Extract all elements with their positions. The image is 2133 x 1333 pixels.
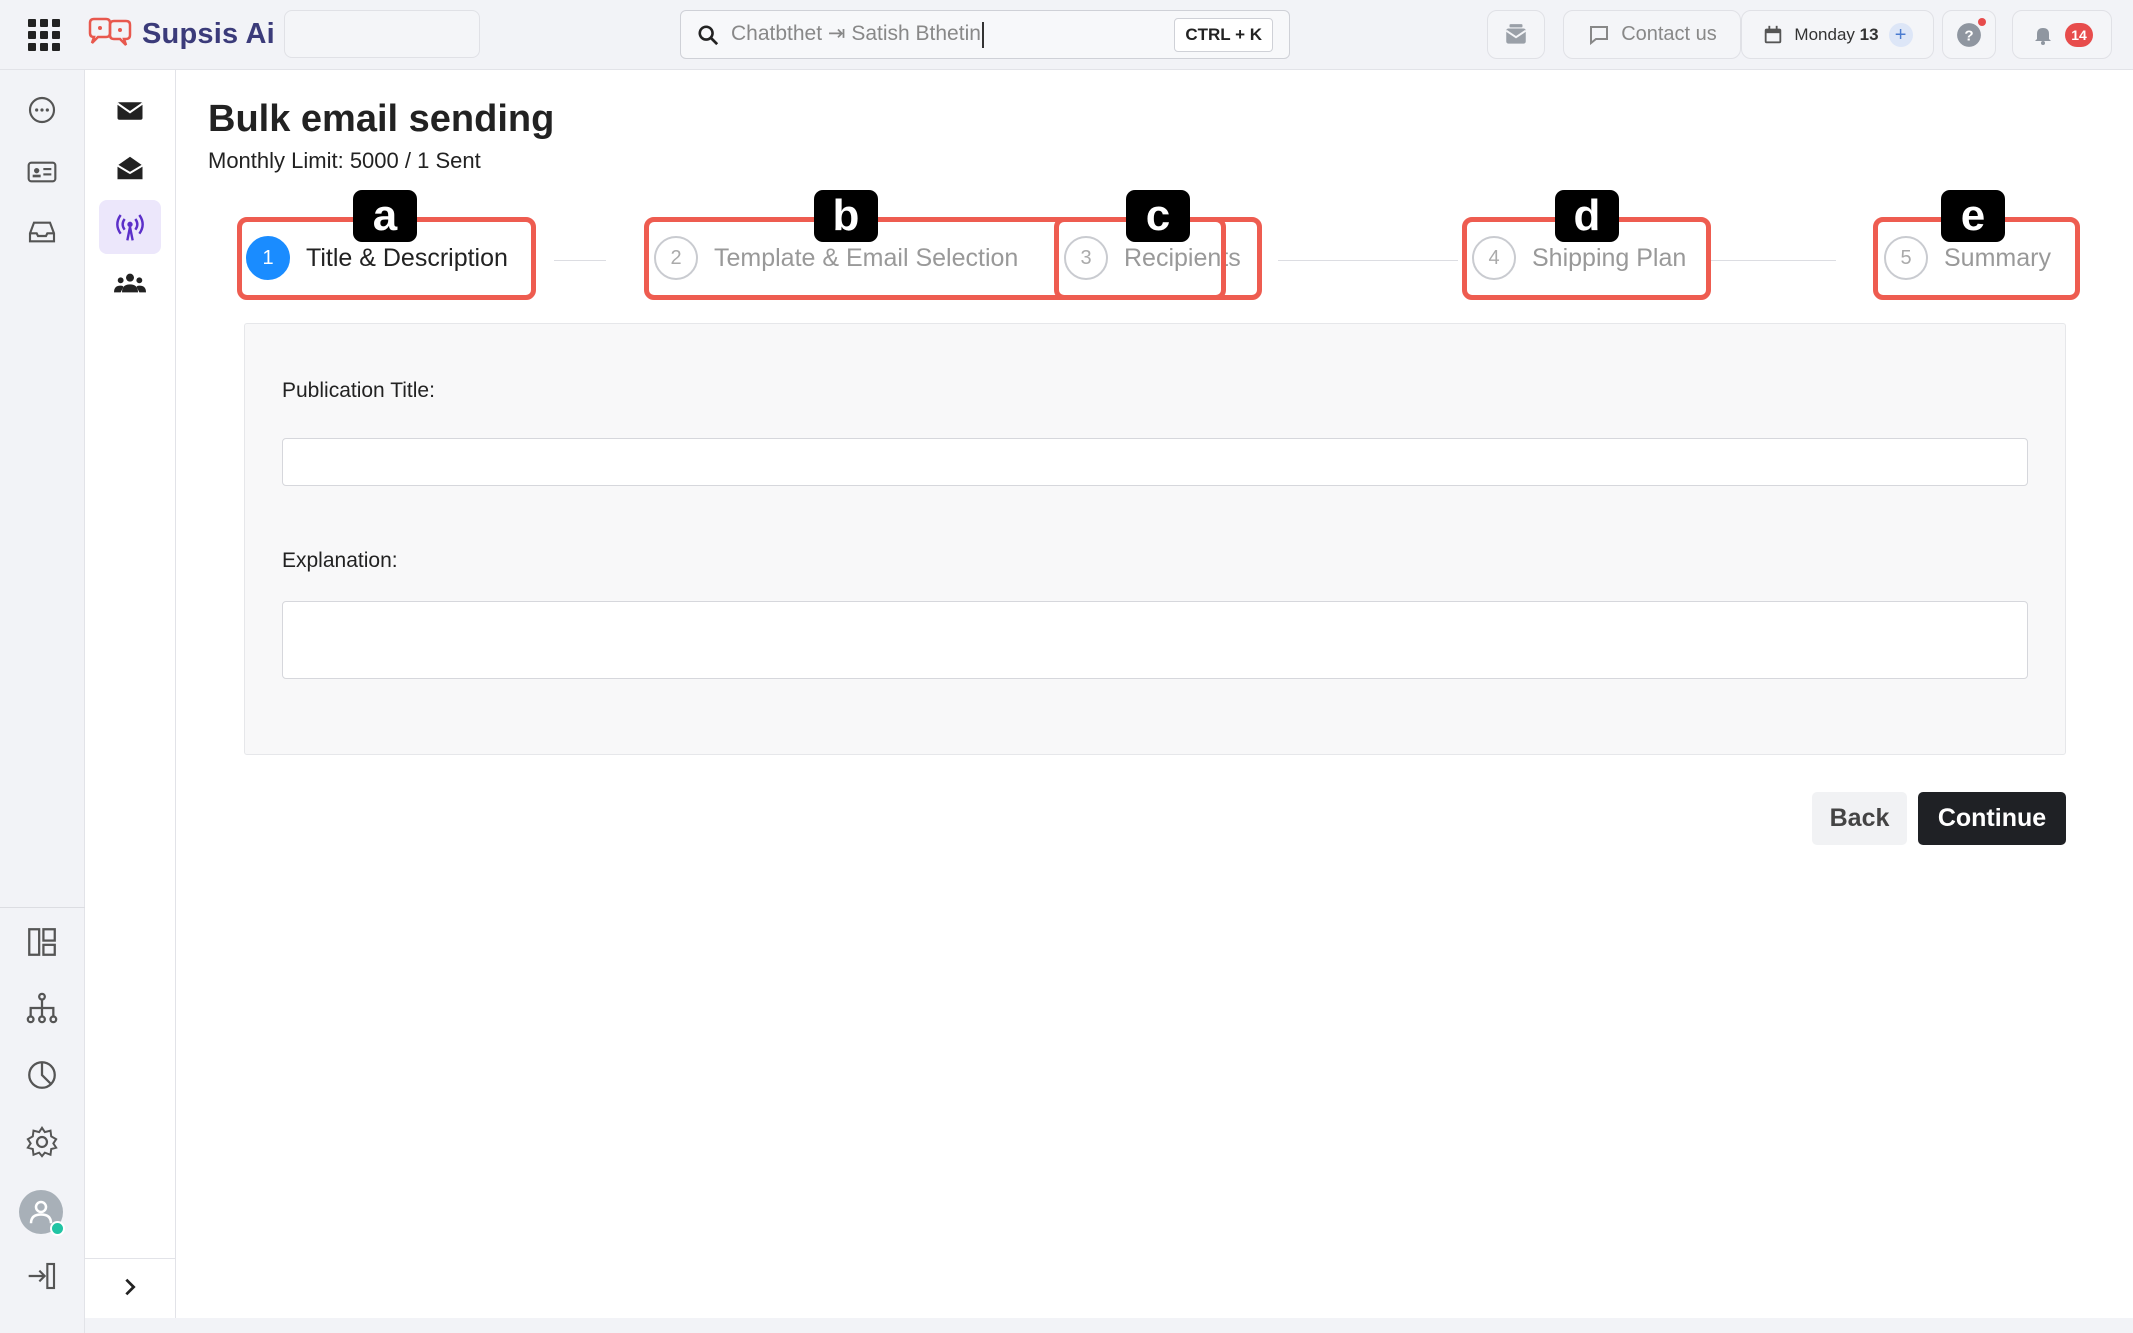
date-day: Monday — [1794, 24, 1855, 44]
rail-divider — [0, 907, 85, 908]
step-connector — [1710, 260, 1836, 261]
notification-count: 14 — [2065, 22, 2093, 47]
annotation-tag-e: e — [1941, 190, 2005, 242]
chat-icon[interactable] — [22, 90, 62, 130]
mail-stack-icon — [1505, 23, 1527, 44]
monthly-limit-text: Monthly Limit: 5000 / 1 Sent — [208, 148, 481, 173]
help-alert-dot — [1978, 17, 1986, 26]
sidebar-divider — [85, 1258, 176, 1259]
open-envelope-icon[interactable] — [99, 141, 161, 195]
publication-title-label: Publication Title: — [282, 379, 435, 402]
inbox-tray-icon[interactable] — [22, 212, 62, 252]
main-content: Bulk email sending Monthly Limit: 5000 /… — [176, 70, 2133, 1318]
envelope-icon[interactable] — [99, 84, 161, 138]
contact-us-label: Contact us — [1621, 23, 1717, 45]
bell-icon — [2035, 27, 2051, 45]
annotation-tag-c: c — [1126, 190, 1190, 242]
workspace-selector[interactable] — [284, 10, 480, 58]
form-card: Publication Title: Explanation: — [244, 323, 2066, 755]
page-title: Bulk email sending — [208, 98, 555, 140]
calendar-date[interactable]: Monday 13 + — [1741, 10, 1934, 59]
calendar-icon — [1765, 25, 1782, 43]
search-bar[interactable]: Chatbthet ⇥ Satish Bthetin CTRL + K — [680, 10, 1290, 59]
online-status-dot — [50, 1221, 65, 1236]
users-group-icon[interactable] — [99, 256, 161, 310]
search-icon — [698, 24, 719, 45]
bottom-strip — [85, 1318, 2133, 1333]
dashboard-layout-icon[interactable] — [22, 922, 62, 962]
top-bar: Supsis Ai Chatbthet ⇥ Satish Bthetin CTR… — [0, 0, 2133, 70]
apps-grid-icon[interactable] — [26, 17, 62, 53]
continue-button[interactable]: Continue — [1918, 792, 2066, 845]
back-button[interactable]: Back — [1812, 792, 1907, 845]
publication-title-input[interactable] — [282, 438, 2028, 486]
broadcast-icon[interactable] — [99, 200, 161, 254]
explanation-textarea[interactable] — [282, 601, 2028, 679]
user-avatar[interactable] — [19, 1190, 65, 1236]
explanation-label: Explanation: — [282, 549, 398, 572]
brand-logo[interactable]: Supsis Ai — [86, 12, 275, 56]
flow-tree-icon[interactable] — [22, 988, 62, 1028]
help-icon: ? — [1957, 22, 1981, 47]
svg-text:?: ? — [1964, 27, 1973, 44]
email-inbox-button[interactable] — [1487, 10, 1545, 59]
annotation-tag-d: d — [1555, 190, 1619, 242]
chat-bubble-icon — [1590, 25, 1609, 45]
settings-gear-icon[interactable] — [22, 1122, 62, 1162]
contact-us-button[interactable]: Contact us — [1563, 10, 1741, 59]
step-connector — [1278, 260, 1458, 261]
help-button[interactable]: ? — [1942, 10, 1996, 59]
date-number: 13 — [1859, 24, 1879, 44]
reports-pie-icon[interactable] — [22, 1055, 62, 1095]
brand-name: Supsis Ai — [142, 17, 275, 50]
annotation-tag-a: a — [353, 190, 417, 242]
primary-sidebar — [0, 70, 85, 1333]
notifications-button[interactable]: 14 — [2012, 10, 2112, 59]
search-shortcut: CTRL + K — [1174, 17, 1273, 52]
step-connector — [554, 260, 606, 261]
add-event-icon[interactable]: + — [1888, 22, 1913, 47]
logout-icon[interactable] — [22, 1256, 62, 1296]
expand-chevron-icon[interactable] — [99, 1267, 161, 1307]
annotation-tag-b: b — [814, 190, 878, 242]
logo-icon — [86, 17, 134, 51]
search-input[interactable]: Chatbthet ⇥ Satish Bthetin — [731, 21, 1174, 47]
contacts-card-icon[interactable] — [22, 152, 62, 192]
email-sidebar — [85, 70, 176, 1318]
